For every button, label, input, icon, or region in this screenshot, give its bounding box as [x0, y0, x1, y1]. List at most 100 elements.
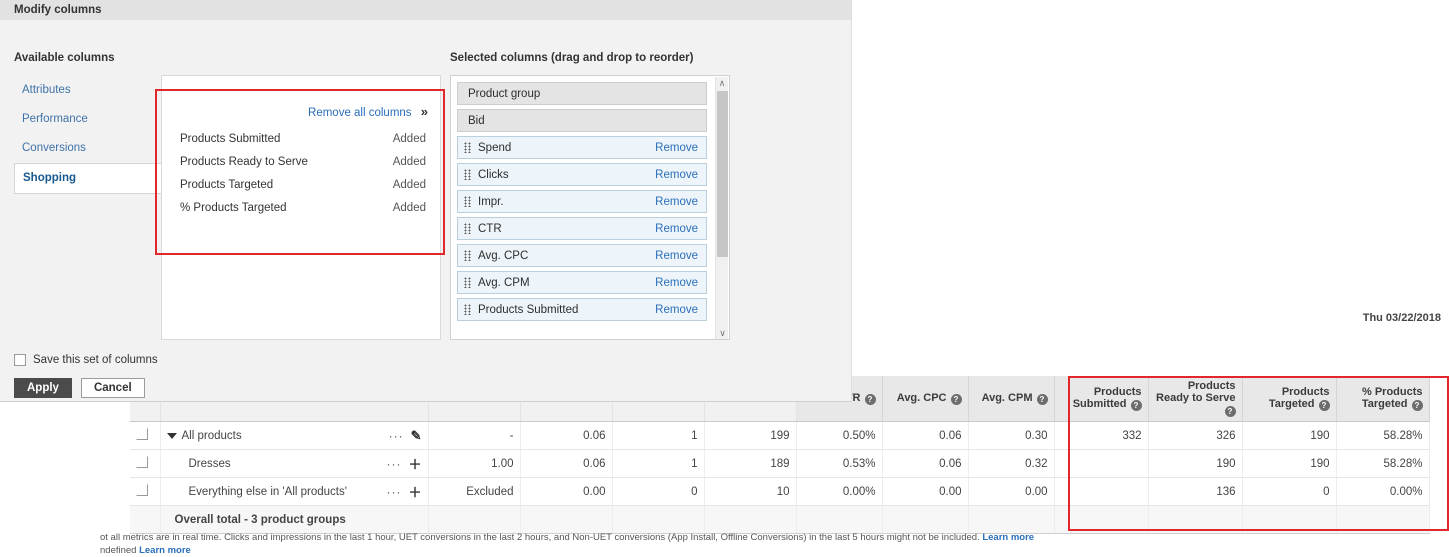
table-cell: 332 [1054, 422, 1148, 450]
table-cell: 0.30 [968, 422, 1054, 450]
table-cell: 0.32 [968, 450, 1054, 478]
table-cell: 0.00 [520, 478, 612, 506]
selected-column-chip[interactable]: Product group [457, 82, 707, 105]
help-icon[interactable]: ? [951, 394, 962, 405]
help-icon[interactable]: ? [1225, 406, 1236, 417]
table-cell: 10 [704, 478, 796, 506]
category-item-conversions[interactable]: Conversions [14, 134, 162, 163]
column-header-products-submitted[interactable]: Products Submitted? [1054, 376, 1148, 422]
drag-handle-icon[interactable] [464, 223, 471, 234]
table-cell: 0.00% [796, 478, 882, 506]
scroll-down-icon[interactable]: ∨ [716, 327, 729, 340]
remove-column-button[interactable]: Remove [655, 304, 698, 316]
selected-column-name: Clicks [478, 169, 655, 181]
table-cell: 0.50% [796, 422, 882, 450]
row-checkbox[interactable] [136, 456, 148, 468]
footnote-text-1: ot all metrics are in real time. Clicks … [100, 532, 980, 543]
scrollbar-thumb[interactable] [717, 91, 728, 257]
table-row[interactable]: Dresses···＋1.000.0611890.53%0.060.321901… [130, 450, 1429, 478]
table-footnote: ot all metrics are in real time. Clicks … [100, 531, 1060, 557]
total-cell [1336, 506, 1429, 534]
column-header-avg-cpm[interactable]: Avg. CPM? [968, 376, 1054, 422]
remove-column-button[interactable]: Remove [655, 169, 698, 181]
plus-icon[interactable]: ＋ [408, 482, 421, 501]
product-group-name[interactable]: All products [182, 430, 242, 442]
selected-columns-scrollbar[interactable]: ∧ ∨ [715, 77, 728, 340]
selected-column-chip[interactable]: Bid [457, 109, 707, 132]
product-group-name[interactable]: Everything else in 'All products' [189, 486, 347, 498]
selected-column-chip[interactable]: ClicksRemove [457, 163, 707, 186]
selected-column-name: Product group [468, 88, 698, 100]
save-column-set-checkbox[interactable] [14, 354, 26, 366]
row-checkbox[interactable] [136, 484, 148, 496]
selected-column-chip[interactable]: CTRRemove [457, 217, 707, 240]
selected-column-chip[interactable]: Products SubmittedRemove [457, 298, 707, 321]
screen: Thu 03/22/2018 TR?Avg. CPC?Avg. CPM?Prod… [0, 0, 1449, 557]
more-options-icon[interactable]: ··· [386, 461, 401, 467]
drag-handle-icon[interactable] [464, 304, 471, 315]
pencil-icon[interactable]: ✎ [411, 428, 422, 444]
row-select-cell[interactable] [130, 478, 160, 506]
remove-all-columns-button[interactable]: Remove all columns » [308, 104, 428, 119]
row-select-cell[interactable] [130, 450, 160, 478]
expand-caret-icon[interactable] [167, 433, 177, 439]
table-cell: 0.00% [1336, 478, 1429, 506]
row-checkbox[interactable] [136, 428, 148, 440]
drag-handle-icon[interactable] [464, 277, 471, 288]
remove-column-button[interactable]: Remove [655, 142, 698, 154]
column-header-products-ready-to-serve[interactable]: Products Ready to Serve? [1148, 376, 1242, 422]
table-row[interactable]: Everything else in 'All products'···＋Exc… [130, 478, 1429, 506]
help-icon[interactable]: ? [1131, 400, 1142, 411]
selected-column-chip[interactable]: Avg. CPMRemove [457, 271, 707, 294]
selected-column-chip[interactable]: Avg. CPCRemove [457, 244, 707, 267]
available-column-name: Products Targeted [180, 179, 273, 191]
available-column-state: Added [393, 197, 426, 220]
column-header-label: Avg. CPC [897, 392, 947, 404]
help-icon[interactable]: ? [1412, 400, 1423, 411]
column-header-products-targeted[interactable]: % Products Targeted? [1336, 376, 1429, 422]
selected-column-name: CTR [478, 223, 655, 235]
row-select-cell[interactable] [130, 422, 160, 450]
help-icon[interactable]: ? [1319, 400, 1330, 411]
table-row[interactable]: All products···✎-0.0611990.50%0.060.3033… [130, 422, 1429, 450]
table-cell: 0.00 [968, 478, 1054, 506]
available-column-row[interactable]: Products SubmittedAdded [162, 128, 440, 151]
cancel-button[interactable]: Cancel [81, 378, 145, 398]
dialog-title: Modify columns [0, 0, 851, 20]
available-column-row[interactable]: Products TargetedAdded [162, 174, 440, 197]
learn-more-link-1[interactable]: Learn more [982, 532, 1034, 543]
remove-column-button[interactable]: Remove [655, 223, 698, 235]
category-item-shopping[interactable]: Shopping [14, 163, 162, 194]
column-header-products-targeted[interactable]: Products Targeted? [1242, 376, 1336, 422]
drag-handle-icon[interactable] [464, 250, 471, 261]
selected-column-chip[interactable]: SpendRemove [457, 136, 707, 159]
category-item-attributes[interactable]: Attributes [14, 76, 162, 105]
help-icon[interactable]: ? [1037, 394, 1048, 405]
save-column-set-row[interactable]: Save this set of columns [14, 354, 158, 366]
available-column-row[interactable]: Products Ready to ServeAdded [162, 151, 440, 174]
scroll-up-icon[interactable]: ∧ [716, 77, 728, 90]
category-item-performance[interactable]: Performance [14, 105, 162, 134]
drag-handle-icon[interactable] [464, 169, 471, 180]
plus-icon[interactable]: ＋ [408, 454, 421, 473]
remove-column-button[interactable]: Remove [655, 250, 698, 262]
total-cell [1242, 506, 1336, 534]
learn-more-link-2[interactable]: Learn more [139, 545, 191, 556]
apply-button[interactable]: Apply [14, 378, 72, 398]
drag-handle-icon[interactable] [464, 142, 471, 153]
help-icon[interactable]: ? [865, 394, 876, 405]
table-cell: 0.06 [520, 422, 612, 450]
remove-column-button[interactable]: Remove [655, 196, 698, 208]
column-header-avg-cpc[interactable]: Avg. CPC? [882, 376, 968, 422]
category-item-label: Attributes [22, 84, 71, 96]
available-column-state: Added [393, 151, 426, 174]
available-column-row[interactable]: % Products TargetedAdded [162, 197, 440, 220]
product-group-name[interactable]: Dresses [189, 458, 231, 470]
more-options-icon[interactable]: ··· [389, 433, 404, 439]
total-blank-cell [130, 506, 160, 534]
more-options-icon[interactable]: ··· [386, 489, 401, 495]
drag-handle-icon[interactable] [464, 196, 471, 207]
selected-column-chip[interactable]: Impr.Remove [457, 190, 707, 213]
table-cell [1054, 450, 1148, 478]
remove-column-button[interactable]: Remove [655, 277, 698, 289]
